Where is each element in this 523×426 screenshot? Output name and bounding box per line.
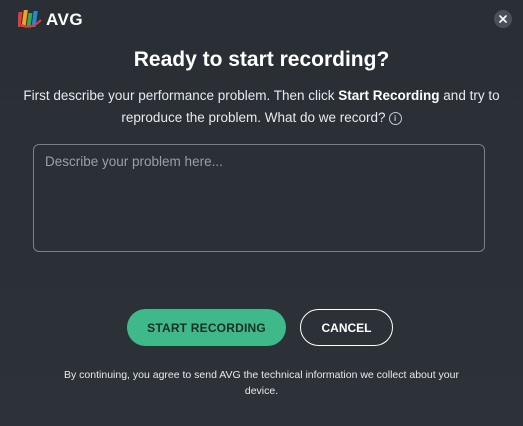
cancel-button[interactable]: CANCEL	[300, 309, 393, 346]
description-text-prefix: First describe your performance problem.…	[23, 88, 339, 103]
consent-text: By continuing, you agree to send AVG the…	[64, 369, 459, 397]
close-button[interactable]	[494, 10, 512, 28]
avg-logo-icon	[18, 10, 42, 28]
dialog-title: Ready to start recording?	[133, 48, 390, 71]
problem-description-input[interactable]	[33, 144, 485, 252]
brand-name: AVG	[46, 9, 84, 29]
info-icon[interactable]: i	[388, 111, 402, 125]
avg-logo: AVG	[18, 9, 83, 30]
close-icon	[499, 15, 507, 23]
start-recording-button[interactable]: START RECORDING	[127, 309, 286, 346]
dialog-description: First describe your performance problem.…	[20, 85, 503, 129]
description-text-bold: Start Recording	[338, 88, 440, 103]
